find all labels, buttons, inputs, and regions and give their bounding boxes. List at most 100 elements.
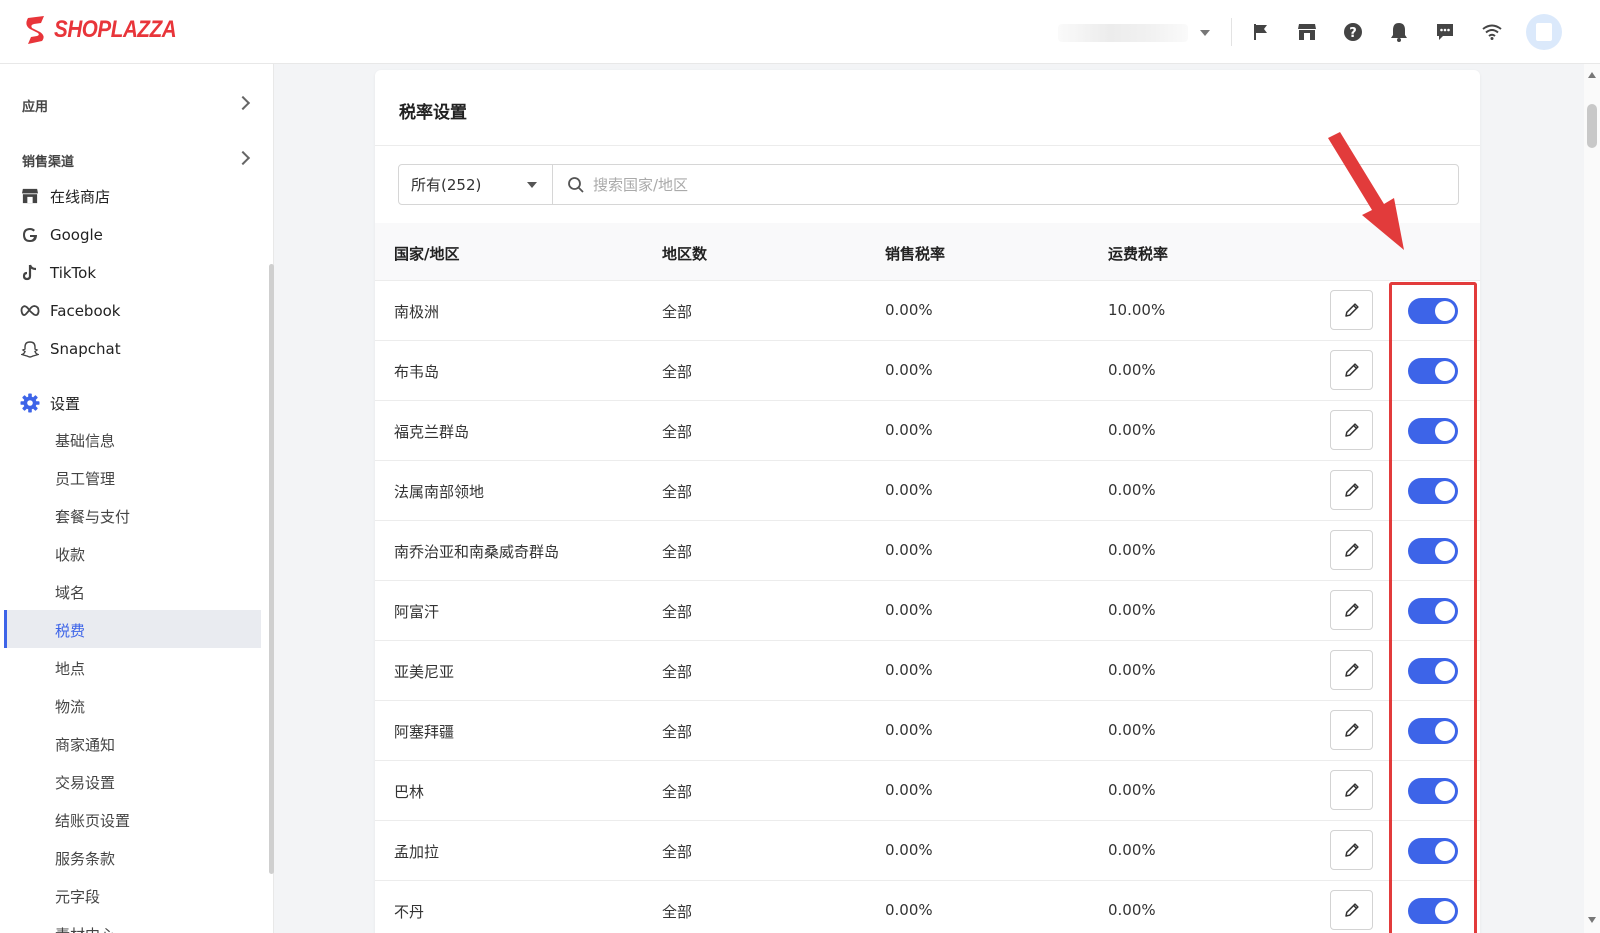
google-icon bbox=[20, 225, 40, 245]
tax-enable-toggle[interactable] bbox=[1408, 478, 1458, 504]
region-count: 全部 bbox=[662, 483, 693, 501]
edit-button[interactable] bbox=[1330, 410, 1373, 450]
page-scrollbar-thumb[interactable] bbox=[1587, 104, 1597, 148]
card-divider bbox=[375, 145, 1480, 146]
sidebar-item-media-center[interactable]: 素材中心 bbox=[55, 924, 115, 933]
search-input[interactable] bbox=[593, 175, 1413, 194]
pencil-icon bbox=[1343, 361, 1361, 379]
sidebar-item-snapchat[interactable]: Snapchat bbox=[20, 337, 121, 361]
sidebar-item-tiktok[interactable]: TikTok bbox=[20, 261, 96, 285]
chevron-down-icon bbox=[1200, 30, 1210, 36]
country-name: 孟加拉 bbox=[394, 843, 440, 861]
logo-mark-icon bbox=[26, 16, 44, 44]
edit-button[interactable] bbox=[1330, 590, 1373, 630]
bell-icon[interactable] bbox=[1387, 20, 1411, 44]
edit-button[interactable] bbox=[1330, 770, 1373, 810]
sales-tax-rate: 0.00% bbox=[885, 481, 933, 499]
tax-enable-toggle[interactable] bbox=[1408, 778, 1458, 804]
message-icon[interactable] bbox=[1433, 20, 1457, 44]
sidebar-item-checkout-page[interactable]: 结账页设置 bbox=[55, 810, 130, 832]
region-count: 全部 bbox=[662, 783, 693, 801]
shipping-tax-rate: 0.00% bbox=[1108, 541, 1156, 559]
tax-enable-toggle[interactable] bbox=[1408, 658, 1458, 684]
store-icon[interactable] bbox=[1295, 20, 1319, 44]
edit-button[interactable] bbox=[1330, 530, 1373, 570]
sidebar-item-facebook[interactable]: Facebook bbox=[20, 299, 120, 323]
toggle-knob bbox=[1435, 541, 1455, 561]
sidebar-item-notifications[interactable]: 商家通知 bbox=[55, 734, 115, 756]
sales-tax-rate: 0.00% bbox=[885, 361, 933, 379]
edit-button[interactable] bbox=[1330, 290, 1373, 330]
sidebar-item-policies[interactable]: 服务条款 bbox=[55, 848, 115, 870]
tax-enable-toggle[interactable] bbox=[1408, 898, 1458, 924]
tax-enable-toggle[interactable] bbox=[1408, 358, 1458, 384]
sidebar-scrollbar[interactable] bbox=[269, 264, 274, 874]
sales-tax-rate: 0.00% bbox=[885, 781, 933, 799]
toggle-knob bbox=[1435, 901, 1455, 921]
sidebar-item-metafields[interactable]: 元字段 bbox=[55, 886, 100, 908]
table-row: 法属南部领地 全部 0.00% 0.00% bbox=[375, 461, 1480, 521]
tax-enable-toggle[interactable] bbox=[1408, 538, 1458, 564]
region-count: 全部 bbox=[662, 363, 693, 381]
sidebar-section-apps[interactable]: 应用 bbox=[22, 96, 48, 115]
tax-enable-toggle[interactable] bbox=[1408, 598, 1458, 624]
shipping-tax-rate: 0.00% bbox=[1108, 421, 1156, 439]
sidebar-item-shipping[interactable]: 物流 bbox=[55, 696, 85, 718]
user-avatar[interactable] bbox=[1526, 14, 1562, 50]
tax-enable-toggle[interactable] bbox=[1408, 418, 1458, 444]
tax-enable-toggle[interactable] bbox=[1408, 838, 1458, 864]
sidebar-item-taxes[interactable]: 税费 bbox=[55, 620, 85, 642]
page-scrollbar[interactable] bbox=[1584, 64, 1600, 933]
shipping-tax-rate: 0.00% bbox=[1108, 781, 1156, 799]
sales-tax-rate: 0.00% bbox=[885, 301, 933, 319]
toggle-knob bbox=[1435, 421, 1455, 441]
sidebar-item-google[interactable]: Google bbox=[20, 223, 103, 247]
sidebar-item-checkout[interactable]: 交易设置 bbox=[55, 772, 115, 794]
sidebar-item-settings[interactable]: 设置 bbox=[20, 391, 80, 415]
flag-icon[interactable] bbox=[1249, 20, 1273, 44]
edit-button[interactable] bbox=[1330, 830, 1373, 870]
sidebar-item-plan-billing[interactable]: 套餐与支付 bbox=[55, 506, 130, 528]
wifi-icon[interactable] bbox=[1480, 20, 1504, 44]
scroll-up-arrow-icon[interactable] bbox=[1588, 72, 1596, 78]
edit-button[interactable] bbox=[1330, 650, 1373, 690]
search-icon bbox=[568, 176, 584, 193]
tax-enable-toggle[interactable] bbox=[1408, 718, 1458, 744]
shipping-tax-rate: 10.00% bbox=[1108, 301, 1166, 319]
sidebar-section-channels[interactable]: 销售渠道 bbox=[22, 151, 74, 170]
tax-enable-toggle[interactable] bbox=[1408, 298, 1458, 324]
table-row: 福克兰群岛 全部 0.00% 0.00% bbox=[375, 401, 1480, 461]
sidebar-item-staff[interactable]: 员工管理 bbox=[55, 468, 115, 490]
sidebar-item-online-store[interactable]: 在线商店 bbox=[20, 184, 110, 208]
sales-tax-rate: 0.00% bbox=[885, 421, 933, 439]
toggle-knob bbox=[1435, 721, 1455, 741]
help-icon[interactable]: ? bbox=[1341, 20, 1365, 44]
store-selector[interactable] bbox=[1058, 22, 1214, 44]
sidebar-item-basic-info[interactable]: 基础信息 bbox=[55, 430, 115, 452]
shipping-tax-rate: 0.00% bbox=[1108, 481, 1156, 499]
edit-button[interactable] bbox=[1330, 470, 1373, 510]
scroll-down-arrow-icon[interactable] bbox=[1588, 917, 1596, 923]
sidebar-active-indicator bbox=[4, 610, 7, 648]
pencil-icon bbox=[1343, 481, 1361, 499]
table-header: 国家/地区 地区数 销售税率 运费税率 bbox=[375, 223, 1480, 281]
edit-button[interactable] bbox=[1330, 710, 1373, 750]
shoplazza-logo[interactable]: SHOPLAZZA bbox=[22, 14, 196, 46]
shipping-tax-rate: 0.00% bbox=[1108, 901, 1156, 919]
country-name: 福克兰群岛 bbox=[394, 423, 470, 441]
table-row: 南极洲 全部 0.00% 10.00% bbox=[375, 281, 1480, 341]
search-box[interactable] bbox=[552, 164, 1459, 205]
edit-button[interactable] bbox=[1330, 350, 1373, 390]
sidebar-item-label: 设置 bbox=[50, 394, 81, 413]
toggle-knob bbox=[1435, 361, 1455, 381]
sidebar-item-label: Snapchat bbox=[50, 340, 121, 358]
tax-settings-card: 税率设置 所有(252) 国家/地区 地区数 销售税率 运费税率 南极洲全部0.… bbox=[375, 70, 1480, 933]
sidebar-item-locations[interactable]: 地点 bbox=[55, 658, 85, 680]
page-title: 税率设置 bbox=[399, 103, 467, 123]
sidebar-item-domains[interactable]: 域名 bbox=[55, 582, 85, 604]
edit-button[interactable] bbox=[1330, 890, 1373, 930]
sidebar-item-payments[interactable]: 收款 bbox=[55, 544, 85, 566]
table-row: 布韦岛 全部 0.00% 0.00% bbox=[375, 341, 1480, 401]
column-header-country: 国家/地区 bbox=[394, 245, 460, 263]
region-filter-select[interactable]: 所有(252) bbox=[398, 164, 553, 205]
